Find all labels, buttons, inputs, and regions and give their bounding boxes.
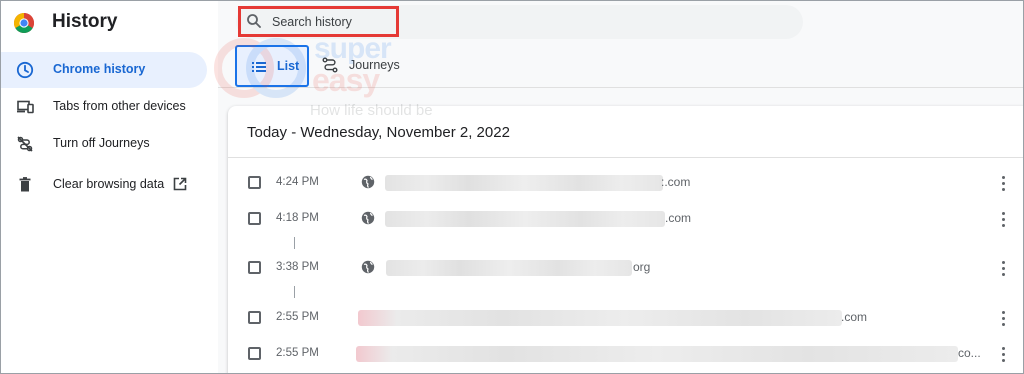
sidebar: History Chrome history Tabs from other d… (0, 0, 218, 374)
list-icon (252, 62, 266, 72)
globe-icon (361, 175, 375, 189)
history-entry[interactable]: 4:24 PM :.com (228, 165, 1024, 201)
more-options-icon[interactable] (996, 309, 1012, 327)
date-header: Today - Wednesday, November 2, 2022 (247, 124, 510, 141)
entry-domain: .com (665, 211, 692, 225)
entry-checkbox[interactable] (248, 176, 261, 189)
sidebar-item-label: Chrome history (53, 62, 146, 76)
journeys-icon (322, 57, 338, 73)
entry-title-redacted[interactable] (356, 346, 958, 362)
page-title: History (52, 11, 118, 32)
sidebar-item-label: Turn off Journeys (53, 136, 150, 150)
globe-icon (361, 260, 375, 274)
entry-title-redacted[interactable] (358, 310, 842, 326)
history-entry[interactable]: 2:55 PM co... (228, 336, 1024, 372)
entry-title-redacted[interactable] (385, 211, 665, 227)
entry-domain: :.com (661, 175, 691, 189)
entry-checkbox[interactable] (248, 311, 261, 324)
sidebar-item-turn-off-journeys[interactable]: Turn off Journeys (0, 126, 207, 162)
sidebar-item-clear-browsing-data[interactable]: Clear browsing data (0, 167, 207, 203)
journey-connector (294, 286, 295, 298)
journeys-off-icon (17, 136, 33, 152)
entry-title-redacted[interactable] (386, 260, 632, 276)
entry-checkbox[interactable] (248, 261, 261, 274)
entry-domain: .com (841, 310, 868, 324)
sidebar-item-chrome-history[interactable]: Chrome history (0, 52, 207, 88)
tab-label: List (277, 59, 300, 73)
more-options-icon[interactable] (996, 210, 1012, 228)
entry-checkbox[interactable] (248, 347, 261, 360)
tab-journeys[interactable]: Journeys (318, 45, 418, 87)
tab-divider (218, 87, 1024, 88)
trash-icon (19, 177, 31, 192)
more-options-icon[interactable] (996, 345, 1012, 363)
entry-time: 4:24 PM (276, 176, 319, 188)
tab-label: Journeys (349, 58, 400, 72)
card-divider (228, 157, 1024, 158)
chrome-logo-icon (14, 13, 34, 33)
globe-icon (361, 211, 375, 225)
entry-time: 2:55 PM (276, 347, 319, 359)
entry-time: 2:55 PM (276, 311, 319, 323)
entry-time: 3:38 PM (276, 261, 319, 273)
sidebar-item-tabs-from-other-devices[interactable]: Tabs from other devices (0, 89, 207, 125)
journey-connector (294, 237, 295, 249)
clock-icon (16, 61, 34, 79)
app-header: History (0, 0, 218, 46)
entry-domain: co... (958, 346, 981, 360)
more-options-icon[interactable] (996, 259, 1012, 277)
tab-list[interactable]: List (235, 45, 309, 87)
history-entry[interactable]: 4:18 PM .com (228, 201, 1024, 237)
open-in-new-icon (173, 177, 187, 191)
history-entry[interactable]: 2:55 PM .com (228, 300, 1024, 336)
sidebar-item-label: Tabs from other devices (53, 99, 186, 113)
annotation-highlight-box (238, 6, 399, 37)
devices-icon (17, 100, 34, 114)
entry-domain: org (633, 260, 651, 274)
more-options-icon[interactable] (996, 174, 1012, 192)
sidebar-item-label: Clear browsing data (53, 177, 165, 191)
entry-title-redacted[interactable] (385, 175, 663, 191)
entry-checkbox[interactable] (248, 212, 261, 225)
history-entry[interactable]: 3:38 PM org (228, 250, 1024, 286)
entry-time: 4:18 PM (276, 212, 319, 224)
